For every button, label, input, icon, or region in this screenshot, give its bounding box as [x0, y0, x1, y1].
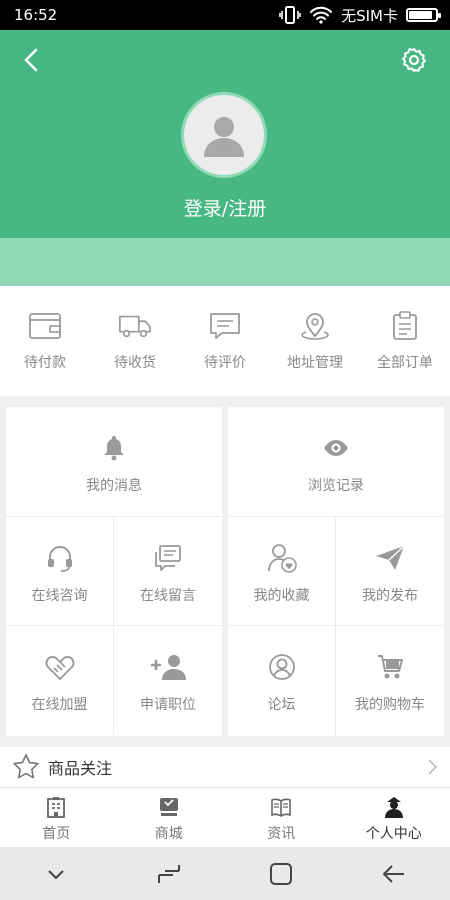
- browse-history[interactable]: 浏览记录: [228, 407, 444, 517]
- carrier-label: 无SIM卡: [341, 6, 398, 25]
- order-label: 地址管理: [287, 355, 343, 371]
- clipboard-icon: [393, 311, 417, 340]
- product-follow-label: 商品关注: [48, 759, 113, 778]
- forum[interactable]: 论坛: [228, 626, 336, 735]
- product-follow-row[interactable]: 商品关注: [0, 747, 450, 787]
- order-label: 全部订单: [377, 355, 433, 371]
- gear-icon: [402, 48, 426, 72]
- back-button[interactable]: [18, 46, 46, 74]
- building-icon: [47, 797, 66, 818]
- location-icon: [301, 313, 329, 340]
- user-heart-icon: [267, 544, 297, 573]
- grid-label: 我的收藏: [253, 588, 310, 604]
- nav-recents-button[interactable]: [147, 854, 191, 894]
- chevron-down-icon: [48, 869, 64, 879]
- address-management[interactable]: 地址管理: [270, 286, 360, 396]
- back-icon: [382, 864, 404, 883]
- tab-label: 首页: [42, 826, 71, 842]
- vibrate-icon: [279, 6, 301, 24]
- system-nav-bar: [0, 847, 450, 900]
- status-icons: 无SIM卡: [279, 5, 441, 26]
- apply-position[interactable]: 申请职位: [114, 626, 222, 735]
- paper-plane-icon: [376, 545, 405, 570]
- handshake-icon: [45, 656, 74, 680]
- message-board-icon: [155, 545, 181, 571]
- default-avatar-icon: [204, 117, 244, 157]
- battery-icon: [406, 8, 441, 22]
- service-grid-right: 浏览记录 我的收藏 我的发布 论坛 我的购物车: [228, 407, 444, 736]
- order-pending-payment[interactable]: 待付款: [0, 286, 90, 396]
- online-consult[interactable]: 在线咨询: [6, 517, 114, 626]
- shop-icon: [159, 798, 178, 816]
- tab-label: 商城: [154, 826, 183, 842]
- grid-label: 在线加盟: [31, 697, 88, 713]
- bell-icon: [104, 436, 124, 461]
- recents-icon: [157, 864, 180, 883]
- avatar[interactable]: [181, 92, 267, 178]
- status-bar: 16:52 无SIM卡: [0, 0, 450, 30]
- login-register-link[interactable]: 登录/注册: [0, 194, 450, 221]
- all-orders[interactable]: 全部订单: [360, 286, 450, 396]
- order-label: 待付款: [24, 355, 66, 371]
- online-franchise[interactable]: 在线加盟: [6, 626, 114, 735]
- grid-label: 我的购物车: [355, 697, 425, 713]
- nav-back-button[interactable]: [372, 854, 416, 894]
- header-band: [0, 238, 450, 286]
- tab-label: 个人中心: [365, 826, 422, 842]
- wallet-icon: [29, 313, 61, 339]
- status-time: 16:52: [14, 6, 58, 24]
- grid-label: 在线留言: [140, 588, 196, 604]
- headset-icon: [47, 546, 72, 572]
- wifi-icon: [310, 6, 333, 24]
- order-label: 待评价: [204, 355, 246, 371]
- tab-home[interactable]: 首页: [0, 788, 113, 847]
- grid-label: 申请职位: [140, 697, 196, 713]
- comment-icon: [210, 313, 240, 339]
- online-message[interactable]: 在线留言: [114, 517, 222, 626]
- order-pending-receipt[interactable]: 待收货: [90, 286, 180, 396]
- home-square-icon: [270, 862, 293, 885]
- nav-collapse-button[interactable]: [34, 854, 78, 894]
- chevron-right-icon: [428, 759, 438, 775]
- settings-button[interactable]: [400, 46, 428, 74]
- star-icon: [13, 754, 39, 779]
- grid-label: 在线咨询: [31, 588, 88, 604]
- grid-label: 我的消息: [86, 478, 142, 494]
- order-label: 待收货: [114, 355, 156, 371]
- my-cart[interactable]: 我的购物车: [336, 626, 444, 735]
- back-arrow-icon: [24, 48, 38, 72]
- order-shortcuts: 待付款 待收货 待评价 地址管理 全部订单: [0, 286, 450, 396]
- bottom-tab-bar: 首页 商城 资讯 个人中心: [0, 787, 450, 847]
- order-pending-review[interactable]: 待评价: [180, 286, 270, 396]
- nav-home-button[interactable]: [259, 854, 303, 894]
- my-posts[interactable]: 我的发布: [336, 517, 444, 626]
- book-icon: [271, 798, 292, 817]
- eye-icon: [324, 440, 348, 456]
- cart-icon: [378, 655, 403, 679]
- add-user-icon: [151, 655, 186, 680]
- my-favorites[interactable]: 我的收藏: [228, 517, 336, 626]
- profile-header: 登录/注册: [0, 30, 450, 238]
- person-icon: [384, 797, 403, 818]
- my-messages[interactable]: 我的消息: [6, 407, 222, 517]
- grid-label: 浏览记录: [308, 478, 364, 494]
- service-grid-left: 我的消息 在线咨询 在线留言 在线加盟 申请职位: [6, 407, 222, 736]
- user-circle-icon: [268, 654, 295, 680]
- tab-label: 资讯: [267, 826, 296, 842]
- tab-profile[interactable]: 个人中心: [338, 788, 450, 847]
- grid-label: 我的发布: [362, 588, 418, 604]
- tab-shop[interactable]: 商城: [113, 788, 226, 847]
- truck-icon: [119, 315, 151, 338]
- grid-label: 论坛: [267, 697, 296, 713]
- tab-news[interactable]: 资讯: [225, 788, 338, 847]
